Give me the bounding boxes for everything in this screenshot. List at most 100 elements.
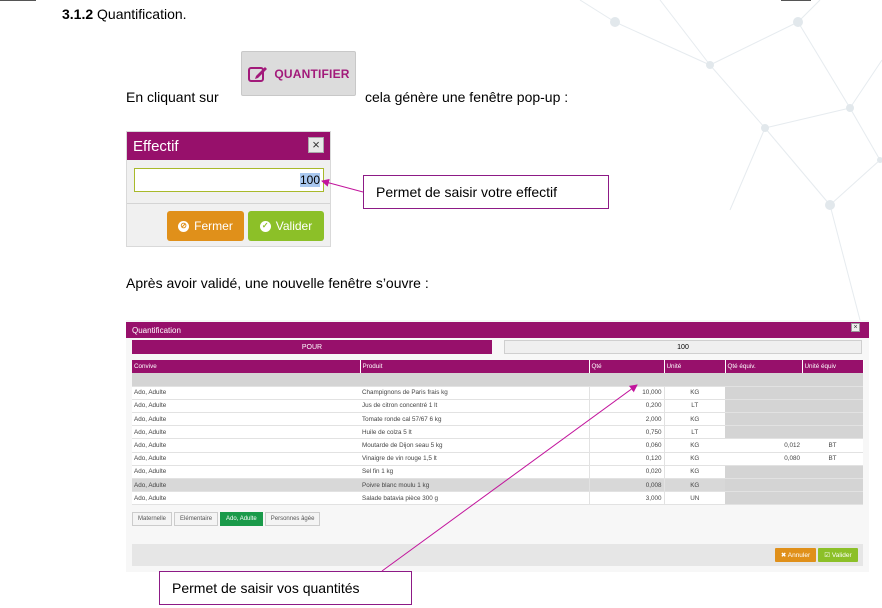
age-tab[interactable]: Maternelle (132, 512, 173, 526)
check-circle-icon: ✓ (259, 220, 271, 232)
unit-cell: KG (664, 438, 725, 453)
product-cell: Jus de citron concentré 1 lt (360, 399, 589, 414)
quantity-cell[interactable]: 0,750 (588, 425, 665, 440)
top-rule-right (781, 0, 811, 1)
section-heading: 3.1.2 Quantification. (62, 6, 187, 22)
age-tab[interactable]: Elémentaire (174, 512, 219, 526)
convive-cell: Ado, Adulte (132, 465, 360, 480)
effectif-input[interactable]: 100 (134, 168, 324, 192)
effectif-popup: Effectif × 100 ⊘ Fermer ✓ Valider (126, 131, 331, 247)
section-number: 3.1.2 (62, 6, 94, 22)
column-header: Unité équiv (802, 360, 864, 373)
table-row: Ado, Adulte Jus de citron concentré 1 lt 0… (132, 399, 863, 414)
equiv-unit-cell (802, 478, 863, 493)
dialog-footer: ✖ Annuler ☑ Valider (132, 544, 863, 566)
annuler-button[interactable]: ✖ Annuler (775, 548, 816, 562)
column-header: Convive (132, 360, 361, 373)
product-cell: Vinaigre de vin rouge 1,5 lt (360, 452, 589, 466)
edit-icon (248, 66, 268, 82)
equiv-quantity-cell (725, 386, 802, 400)
quantity-cell[interactable]: 0,200 (588, 399, 665, 414)
fermer-button[interactable]: ⊘ Fermer (167, 211, 244, 241)
table-row: Ado, Adulte Moutarde de Dijon seau 5 kg 0,… (132, 438, 863, 453)
table-row: Ado, Adulte Vinaigre de vin rouge 1,5 lt 0… (132, 452, 863, 466)
table-body: Ado, Adulte Champignons de Paris frais kg… (132, 373, 863, 506)
ban-icon: ⊘ (178, 220, 190, 232)
quantity-cell[interactable]: 0,008 (588, 478, 665, 493)
equiv-unit-cell (802, 399, 863, 414)
product-cell: Poivre blanc moulu 1 kg (360, 478, 589, 493)
convive-cell: Ado, Adulte (132, 412, 360, 427)
effectif-popup-header: Effectif (127, 132, 330, 160)
quantification-dialog-header: Quantification (126, 322, 869, 338)
column-header: Produit (360, 360, 590, 373)
quantity-cell[interactable]: 10,000 (588, 386, 665, 400)
equiv-unit-cell (802, 386, 863, 400)
equiv-unit-cell (802, 412, 863, 427)
product-cell: Sel fin 1 kg (360, 465, 589, 480)
column-header: Qté équiv. (725, 360, 803, 373)
table-row: Ado, Adulte Poivre blanc moulu 1 kg 0,008 K… (132, 478, 863, 493)
table-row: Ado, Adulte Salade batavia pièce 300 g 3,0… (132, 491, 863, 506)
popup-divider (127, 203, 330, 204)
table-row: Ado, Adulte Sel fin 1 kg 0,020 KG (132, 465, 863, 480)
valider-button[interactable]: ☑ Valider (818, 548, 858, 562)
intro-text-before: En cliquant sur (126, 89, 219, 105)
after-text: Après avoir validé, une nouvelle fenêtre… (126, 275, 429, 291)
equiv-quantity-cell: 0,080 (725, 452, 802, 466)
valider-label: Valider (275, 219, 313, 233)
column-header: Unité (664, 360, 726, 373)
age-tab[interactable]: Ado, Adulte (220, 512, 263, 526)
section-title: Quantification. (97, 6, 187, 22)
close-icon[interactable]: × (308, 137, 324, 153)
age-tab[interactable]: Personnes âgée (264, 512, 321, 526)
quantity-cell[interactable]: 2,000 (588, 412, 665, 427)
quantities-table: Convive Produit Qté Unité Qté équiv. Uni… (132, 360, 864, 506)
convive-cell: Ado, Adulte (132, 425, 360, 440)
table-row: Ado, Adulte Huile de colza 5 lt 0,750 LT (132, 425, 863, 440)
convive-cell: Ado, Adulte (132, 452, 360, 466)
equiv-quantity-cell (725, 412, 802, 427)
pour-value-field[interactable]: 100 (504, 340, 862, 354)
callout-quantites: Permet de saisir vos quantités (159, 571, 412, 605)
product-cell: Champignons de Paris frais kg (360, 386, 589, 400)
convive-cell: Ado, Adulte (132, 491, 360, 506)
unit-cell: KG (664, 452, 725, 466)
product-cell: Salade batavia pièce 300 g (360, 491, 589, 506)
close-icon[interactable]: × (851, 323, 860, 332)
equiv-unit-cell (802, 425, 863, 440)
unit-cell: UN (664, 491, 725, 506)
quantifier-button[interactable]: QUANTIFIER (241, 51, 356, 96)
equiv-quantity-cell (725, 425, 802, 440)
unit-cell: LT (664, 425, 725, 440)
intro-text-after: cela génère une fenêtre pop-up : (365, 89, 569, 105)
table-row: Ado, Adulte Tomate ronde cal 57/67 6 kg 2,… (132, 412, 863, 427)
network-background (579, 0, 882, 321)
quantity-cell[interactable]: 0,120 (588, 452, 665, 466)
quantification-dialog: Quantification × POUR 100 Convive Produi… (126, 320, 869, 572)
unit-cell: LT (664, 399, 725, 414)
top-rule-left (0, 0, 36, 1)
valider-button[interactable]: ✓ Valider (248, 211, 324, 241)
effectif-popup-title: Effectif (133, 137, 179, 155)
product-cell: Huile de colza 5 lt (360, 425, 589, 440)
convive-cell: Ado, Adulte (132, 478, 360, 493)
pour-label: POUR (132, 340, 492, 354)
equiv-quantity-cell: 0,012 (725, 438, 802, 453)
unit-cell: KG (664, 412, 725, 427)
equiv-unit-cell (802, 491, 863, 506)
equiv-quantity-cell (725, 491, 802, 506)
unit-cell: KG (664, 478, 725, 493)
product-cell: Moutarde de Dijon seau 5 kg (360, 438, 589, 453)
quantity-cell[interactable]: 0,020 (588, 465, 665, 480)
product-cell: Tomate ronde cal 57/67 6 kg (360, 412, 589, 427)
effectif-input-value: 100 (299, 173, 320, 187)
equiv-unit-cell: BT (802, 452, 863, 466)
convive-cell: Ado, Adulte (132, 438, 360, 453)
convive-cell: Ado, Adulte (132, 386, 360, 400)
equiv-quantity-cell (725, 478, 802, 493)
quantity-cell[interactable]: 3,000 (588, 491, 665, 506)
quantity-cell[interactable]: 0,060 (588, 438, 665, 453)
quantifier-label: QUANTIFIER (274, 66, 350, 81)
equiv-unit-cell: BT (802, 438, 863, 453)
